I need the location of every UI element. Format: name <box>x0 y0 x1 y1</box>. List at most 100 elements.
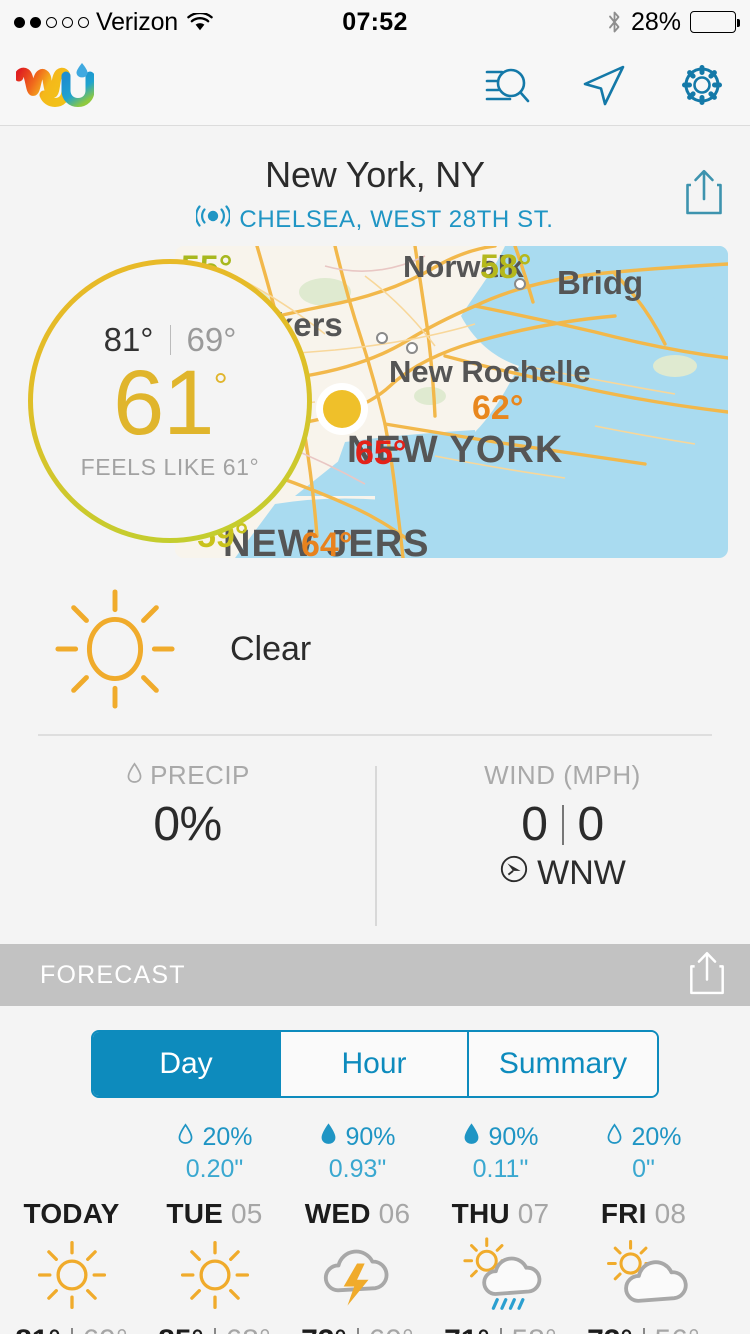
divider <box>169 325 171 356</box>
tab-summary[interactable]: Summary <box>469 1032 657 1096</box>
status-bar: Verizon 07:52 28% <box>0 0 750 44</box>
forecast-section-header: FORECAST <box>0 944 750 1006</box>
day-low: 56° <box>655 1324 700 1334</box>
wind-values: 0 0 <box>375 797 750 852</box>
day-low: 69° <box>83 1324 128 1334</box>
day-precip-percent: 20% <box>631 1122 682 1151</box>
day-weather-icon <box>715 1200 750 1278</box>
day-name: FRI 08 <box>600 1198 687 1229</box>
battery-icon <box>690 11 740 33</box>
day-low: 68° <box>226 1324 271 1334</box>
day-temperatures: 73° 56° <box>572 1324 715 1334</box>
forecast-day-column[interactable]: 90% 0.11" THU 07 71° 58° <box>429 1122 572 1334</box>
weather-app-screen: Verizon 07:52 28% New York, NY CHELSEA, … <box>0 0 750 1334</box>
day-precip-block: 90% 0.93" <box>286 1122 429 1194</box>
sun-cloud-icon <box>572 1236 715 1314</box>
day-high: 73° <box>587 1324 632 1334</box>
day-precip-block: 20% 0" <box>572 1122 715 1194</box>
day-precip-block <box>715 1122 750 1194</box>
wind-speed: 0 <box>521 798 548 851</box>
day-name: THU 07 <box>451 1198 550 1229</box>
day-number: 06 <box>378 1198 411 1229</box>
current-temperature-circle[interactable]: 81° 69° 61 ° FEELS LIKE 61° <box>28 259 312 543</box>
day-number: 08 <box>654 1198 687 1229</box>
tab-day[interactable]: Day <box>93 1032 281 1096</box>
day-high: 81° <box>15 1324 60 1334</box>
share-icon[interactable] <box>688 950 726 1001</box>
divider <box>213 1328 216 1334</box>
precip-label: PRECIP <box>150 760 250 790</box>
sun-icon <box>0 586 230 712</box>
day-precip-amount: 0.20" <box>185 1155 244 1183</box>
share-icon[interactable] <box>684 168 724 221</box>
degree-symbol: ° <box>213 365 227 407</box>
day-low: 58° <box>512 1324 557 1334</box>
droplet-filled-icon <box>462 1122 481 1152</box>
day-precip-amount: 0" <box>632 1155 655 1183</box>
status-bar-right: 28% <box>607 7 740 37</box>
wind-direction-row: WNW <box>375 854 750 893</box>
day-name: TUE 05 <box>166 1198 263 1229</box>
forecast-tabs: Day Hour Summary <box>91 1030 659 1098</box>
feels-like-text: FEELS LIKE 61° <box>80 453 260 480</box>
day-high: 73° <box>301 1324 346 1334</box>
station-name-row[interactable]: CHELSEA, WEST 28TH ST. <box>0 205 750 234</box>
current-temperature-value: 61 <box>113 352 214 455</box>
station-name: CHELSEA, WEST 28TH ST. <box>239 205 554 233</box>
day-precip-percent: 20% <box>202 1122 253 1151</box>
day-number: 05 <box>231 1198 263 1229</box>
sun-cloud-rain-icon <box>429 1236 572 1314</box>
day-precip-chance: 20% <box>572 1122 715 1152</box>
search-list-icon[interactable] <box>480 59 532 111</box>
navigation-arrow-icon[interactable] <box>578 59 630 111</box>
forecast-day-column[interactable]: 20% 0.20" TUE 05 85° 68° <box>143 1122 286 1334</box>
day-temperatures: 81° 69° <box>0 1324 143 1334</box>
sun-icon <box>143 1236 286 1314</box>
day-precip-percent: 90% <box>345 1122 396 1151</box>
droplet-outline-icon <box>605 1122 624 1152</box>
svg-text:58°: 58° <box>480 248 531 286</box>
divider <box>356 1328 359 1334</box>
day-high: 85° <box>158 1324 203 1334</box>
droplet-outline-icon <box>176 1122 195 1152</box>
precip-label-row: PRECIP <box>0 760 375 791</box>
daily-forecast-strip[interactable]: TODAY 81° 69° 20% 0.20" TUE 05 85° <box>0 1098 750 1334</box>
forecast-day-column[interactable]: 6 <box>715 1122 750 1334</box>
day-number: 07 <box>517 1198 550 1229</box>
droplet-outline-icon <box>125 760 144 791</box>
day-precip-chance: 90% <box>286 1122 429 1152</box>
current-temperature: 61 ° <box>113 352 228 455</box>
nav-actions <box>480 59 728 111</box>
gear-icon[interactable] <box>676 59 728 111</box>
location-header: New York, NY CHELSEA, WEST 28TH ST. <box>0 126 750 234</box>
battery-percent: 28% <box>630 7 681 36</box>
day-name: WED 06 <box>304 1198 411 1229</box>
divider <box>70 1328 73 1334</box>
tab-hour[interactable]: Hour <box>281 1032 469 1096</box>
day-precip-chance: 90% <box>429 1122 572 1152</box>
day-precip-block: 20% 0.20" <box>143 1122 286 1194</box>
precip-value: 0% <box>153 798 222 851</box>
day-precip-amount: 0.93" <box>328 1155 387 1183</box>
broadcast-icon <box>195 205 232 234</box>
droplet-filled-icon <box>319 1122 338 1152</box>
wunderground-logo[interactable] <box>14 59 95 111</box>
wind-direction: WNW <box>537 854 626 892</box>
day-temperatures: 85° 68° <box>143 1324 286 1334</box>
bluetooth-icon <box>607 10 622 34</box>
condition-text: Clear <box>230 629 312 668</box>
compass-icon <box>499 854 529 893</box>
svg-text:New Rochelle: New Rochelle <box>389 354 591 389</box>
divider <box>561 804 564 845</box>
forecast-day-column[interactable]: 20% 0" FRI 08 73° 56° <box>572 1122 715 1334</box>
day-precip-amount: 0.11" <box>472 1155 529 1183</box>
divider <box>642 1328 645 1334</box>
forecast-title: FORECAST <box>40 960 186 989</box>
wind-gust: 0 <box>577 798 605 851</box>
svg-text:Bridg: Bridg <box>557 264 643 301</box>
forecast-day-column[interactable]: 90% 0.93" WED 06 73° 60° <box>286 1122 429 1334</box>
forecast-day-column[interactable]: TODAY 81° 69° <box>0 1122 143 1334</box>
svg-text:62°: 62° <box>472 389 523 427</box>
precip-metric: PRECIP 0% <box>0 760 375 944</box>
svg-text:64°: 64° <box>301 526 352 558</box>
